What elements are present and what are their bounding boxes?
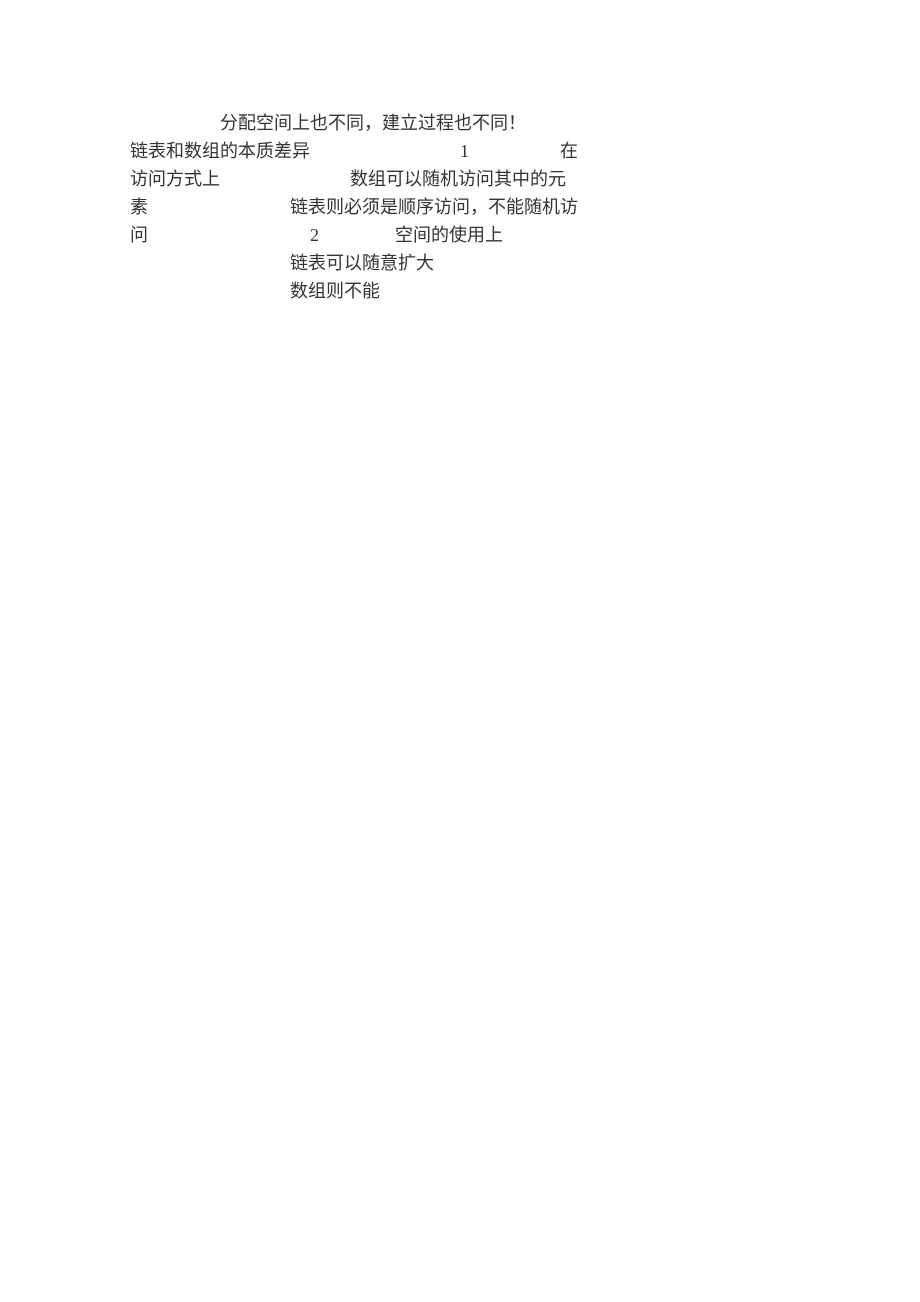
text-line-7: 数组则不能 xyxy=(130,278,630,306)
line-text-a: 链表和数组的本质差异 xyxy=(130,138,310,165)
line-text-b: 1 xyxy=(460,138,469,165)
line-text-a: 问 xyxy=(130,222,148,249)
text-line-3: 访问方式上 数组可以随机访问其中的元 xyxy=(130,166,630,194)
line-text-a: 素 xyxy=(130,194,148,221)
line-text-c: 在 xyxy=(560,138,578,165)
text-line-6: 链表可以随意扩大 xyxy=(130,250,630,278)
document-page: 分配空间上也不同，建立过程也不同！ 链表和数组的本质差异 1 在 访问方式上 数… xyxy=(0,0,920,1302)
text-line-2: 链表和数组的本质差异 1 在 xyxy=(130,138,630,166)
line-text-b: 2 xyxy=(310,222,319,249)
line-text-b: 链表则必须是顺序访问，不能随机访 xyxy=(290,194,578,221)
text-line-4: 素 链表则必须是顺序访问，不能随机访 xyxy=(130,194,630,222)
line-text-b: 数组可以随机访问其中的元 xyxy=(350,166,566,193)
line-text: 数组则不能 xyxy=(290,278,380,305)
line-text-c: 空间的使用上 xyxy=(395,222,503,249)
text-line-1: 分配空间上也不同，建立过程也不同！ xyxy=(130,110,630,138)
text-block: 分配空间上也不同，建立过程也不同！ 链表和数组的本质差异 1 在 访问方式上 数… xyxy=(130,110,630,306)
line-text: 分配空间上也不同，建立过程也不同！ xyxy=(220,113,526,133)
text-line-5: 问 2 空间的使用上 xyxy=(130,222,630,250)
line-text: 链表可以随意扩大 xyxy=(290,250,434,277)
line-text-a: 访问方式上 xyxy=(130,166,220,193)
